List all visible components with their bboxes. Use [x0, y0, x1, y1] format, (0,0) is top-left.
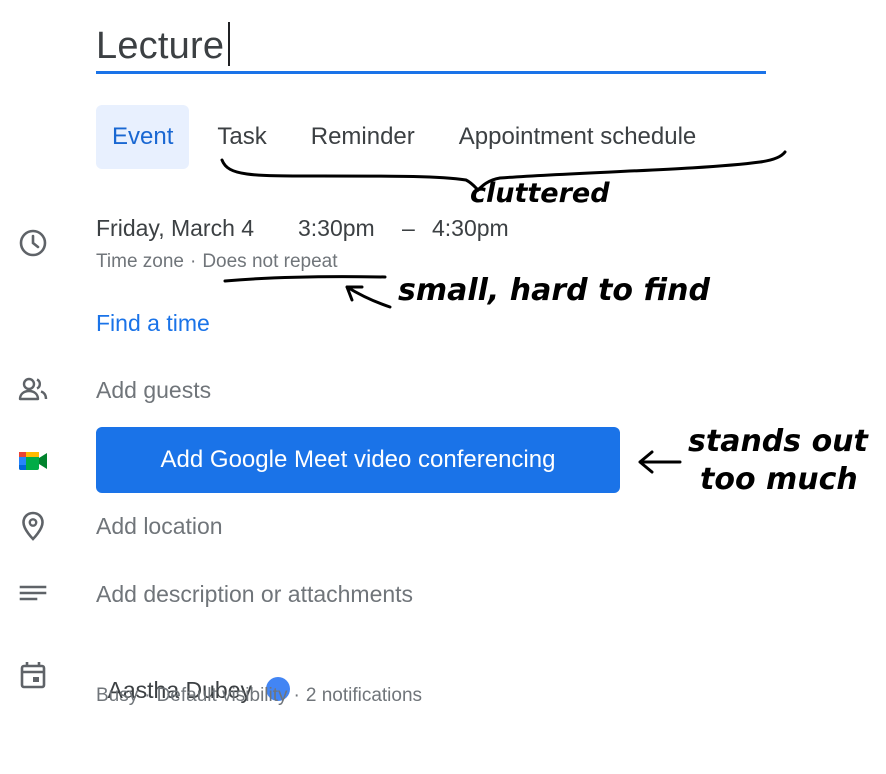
stands-out-arrow: [638, 450, 682, 474]
annotation-marks: [220, 150, 787, 474]
annotation-stands-out: stands out: [688, 424, 868, 459]
annotation-small-hard: small, hard to find: [398, 273, 710, 308]
annotation-too-much: too much: [700, 462, 858, 497]
small-hard-arrow: [345, 285, 392, 309]
annotation-cluttered: cluttered: [470, 178, 610, 209]
repeat-underline-mark: [223, 275, 387, 283]
